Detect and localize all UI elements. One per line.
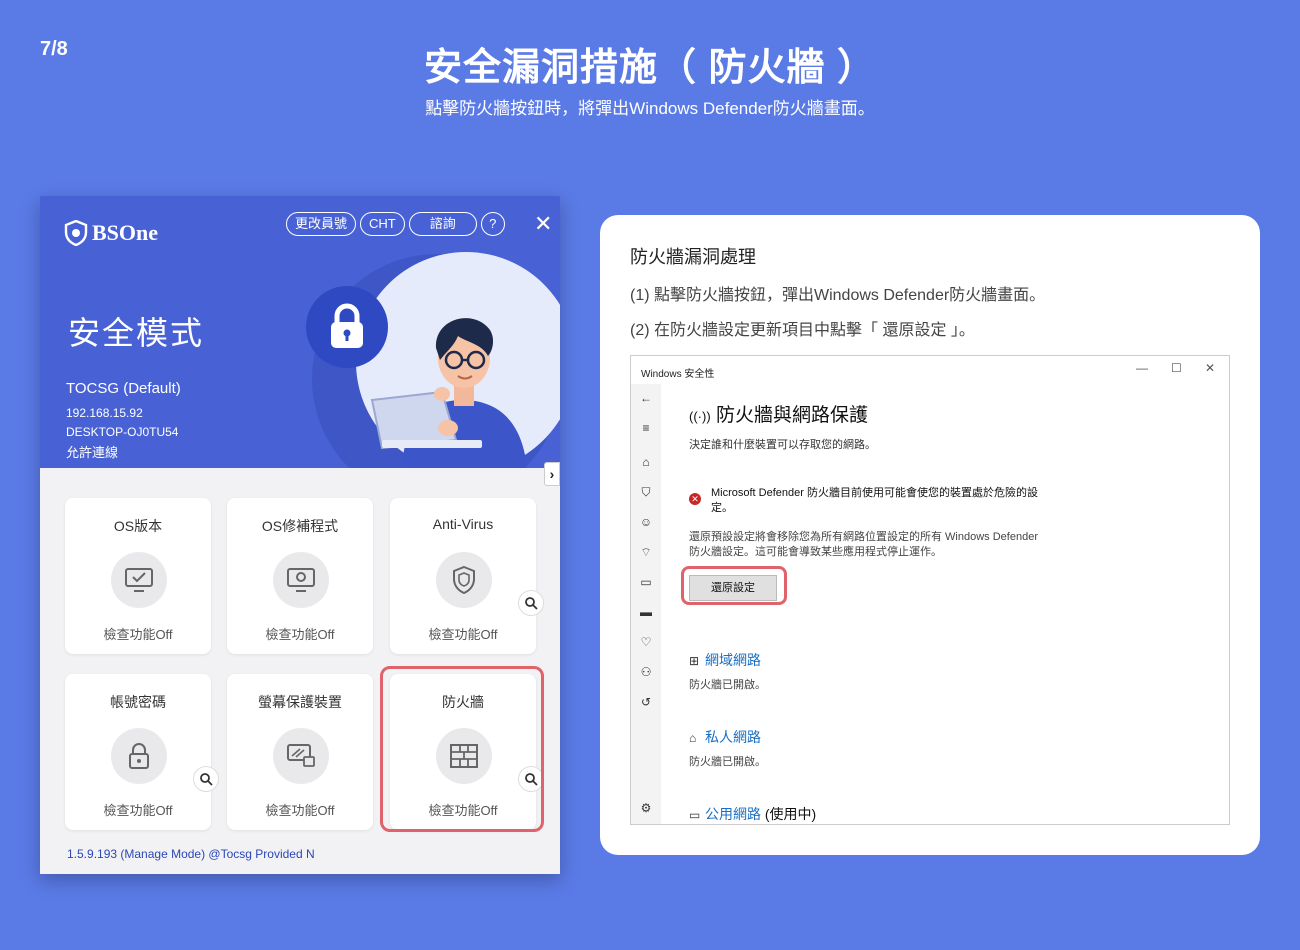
card-status: 檢查功能Off [265,627,335,642]
explanation-panel: 防火牆漏洞處理 (1) 點擊防火牆按鈕，彈出Windows Defender防火… [600,215,1260,855]
card-status: 檢查功能Off [428,627,498,642]
home-icon[interactable]: ⌂ [638,454,654,470]
consult-button[interactable]: 諮詢 [408,212,477,236]
firewall-highlight-frame [380,666,544,832]
monitor-icon [111,552,167,608]
account-icon[interactable]: ☺ [638,514,654,530]
card-os-patch[interactable]: OS修補程式 檢查功能Off [227,498,373,654]
help-button[interactable]: ? [480,212,505,236]
logo-text: BSOne [92,220,159,245]
lock-icon [111,728,167,784]
search-icon [200,773,213,786]
app-browser-icon[interactable]: ▭ [638,574,654,590]
card-status: 檢查功能Off [265,803,335,818]
device-security-icon[interactable]: ▬ [638,604,654,620]
card-title: 螢幕保護裝置 [258,694,342,710]
restore-info: 還原預設設定將會移除您為所有網路位置設定的所有 Windows Defender… [689,531,1038,558]
panel-step-1: (1) 點擊防火牆按鈕，彈出Windows Defender防火牆畫面。 [630,287,1046,304]
mode-title: 安全模式 [68,315,205,351]
firewall-heading-text: 防火牆與網路保護 [715,405,868,426]
device-health-icon[interactable]: ♡ [638,634,654,650]
window-close-button[interactable]: ✕ [1205,361,1215,375]
private-network-icon: ⌂ [689,731,697,745]
language-button[interactable]: CHT [360,212,405,236]
nav-sidebar: ← ≡ ⌂ ⛉ ☺ ⌔ ▭ ▬ ♡ ⚇ ↺ ⚙ [631,384,661,824]
public-network-icon: ▭ [689,808,701,822]
bsone-app-window: BSOne 更改員號 CHT 諮詢 ? ✕ 安全模式 TOCSG (Defaul… [40,196,560,874]
card-title: Anti-Virus [432,516,494,532]
minimize-button[interactable]: — [1136,361,1148,375]
card-anti-virus[interactable]: Anti-Virus 檢查功能Off [390,498,544,654]
settings-gear-icon[interactable]: ⚙ [638,800,654,816]
error-icon: ✕ [689,493,701,505]
window-title: Windows 安全性 [641,369,715,380]
card-status: 檢查功能Off [103,627,173,642]
card-title: OS修補程式 [261,518,339,534]
top-buttons: 更改員號 CHT 諮詢 ? [286,212,505,236]
private-network-label: 私人網路 [705,729,761,745]
card-title: 帳號密碼 [110,694,166,710]
panel-heading: 防火牆漏洞處理 [630,247,756,267]
version-info: 1.5.9.193 (Manage Mode) @Tocsg Provided … [67,847,315,861]
antenna-icon: ((·)) [689,409,711,424]
private-network-link[interactable]: ⌂ 私人網路 [689,727,761,747]
public-network-in-use: (使用中) [764,806,817,822]
card-status: 檢查功能Off [103,803,173,818]
hamburger-menu-icon[interactable]: ≡ [638,420,654,436]
domain-network-status: 防火牆已開啟。 [689,679,766,691]
shield-logo-icon [64,220,88,246]
patch-monitor-icon [273,552,329,608]
page-subtitle: 點擊防火牆按鈕時，將彈出Windows Defender防火牆畫面。 [425,99,875,118]
virus-protection-icon[interactable]: ⛉ [638,484,654,500]
firewall-heading: ((·)) 防火牆與網路保護 [689,400,868,427]
domain-network-label: 網域網路 [705,652,761,668]
shield-icon [436,552,492,608]
firewall-description: 決定誰和什麼裝置可以存取您的網路。 [689,439,876,451]
magnifier-button[interactable] [193,766,219,792]
maximize-button[interactable]: ☐ [1171,361,1182,375]
restore-button-highlight [681,566,787,605]
chevron-right-icon: › [549,466,555,482]
public-network-label: 公用網路 [705,806,761,822]
card-os-version[interactable]: OS版本 檢查功能Off [65,498,211,654]
screensaver-icon [273,728,329,784]
card-title: OS版本 [113,518,163,534]
app-logo: BSOne [64,220,158,246]
card-account-password[interactable]: 帳號密碼 檢查功能Off [65,674,219,830]
expand-panel-button[interactable]: › [544,462,560,486]
change-id-button[interactable]: 更改員號 [286,212,357,236]
private-network-status: 防火牆已開啟。 [689,756,766,768]
person-with-laptop-illustration [370,318,527,468]
card-screensaver[interactable]: 螢幕保護裝置 檢查功能Off [227,674,373,830]
app-header: BSOne 更改員號 CHT 諮詢 ? ✕ 安全模式 TOCSG (Defaul… [40,196,560,468]
family-options-icon[interactable]: ⚇ [638,664,654,680]
back-arrow-icon[interactable]: ← [638,390,654,406]
public-network-link[interactable]: ▭ 公用網路 (使用中) [689,804,816,824]
connection-status: 允許連線 [66,445,119,460]
device-name: DESKTOP-OJ0TU54 [66,425,179,439]
domain-network-link[interactable]: ⊞ 網域網路 [689,650,761,670]
ip-address: 192.168.15.92 [66,406,143,420]
magnifier-button[interactable] [518,590,544,616]
firewall-network-icon[interactable]: ⌔ [638,544,654,560]
warning-message: Microsoft Defender 防火牆目前使用可能會使您的裝置處於危險的設… [711,487,1038,514]
close-button[interactable]: ✕ [534,212,552,236]
page-title: 安全漏洞措施（ 防火牆 ） [423,47,877,89]
panel-step-2: (2) 在防火牆設定更新項目中點擊「 還原設定 」。 [630,322,975,339]
history-icon[interactable]: ↺ [638,694,654,710]
windows-security-window: Windows 安全性 — ☐ ✕ ← ≡ ⌂ ⛉ ☺ ⌔ ▭ ▬ ♡ ⚇ ↺ … [630,355,1230,825]
search-icon [525,597,538,610]
domain-network-icon: ⊞ [689,654,700,668]
profile-name: TOCSG (Default) [66,380,181,397]
